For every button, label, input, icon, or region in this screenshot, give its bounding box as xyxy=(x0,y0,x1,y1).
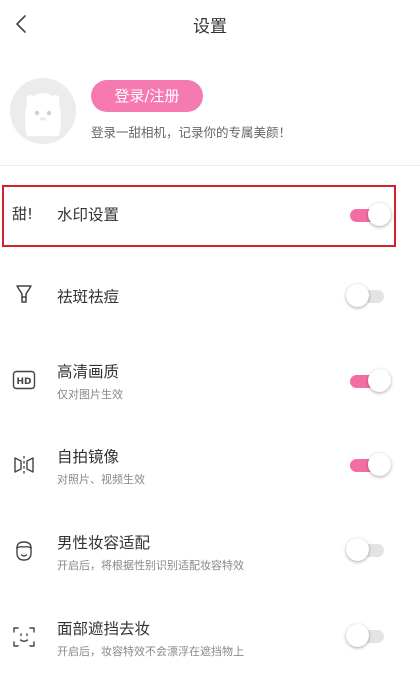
spot-removal-toggle[interactable] xyxy=(346,284,392,308)
toggle-knob xyxy=(368,453,391,476)
hd-icon: HD xyxy=(12,368,36,392)
setting-subtitle: 开启后，将根据性别识别适配妆容特效 xyxy=(57,559,244,572)
setting-title: 面部遮挡去妆 xyxy=(57,620,151,638)
mirror-icon xyxy=(12,453,36,477)
avatar[interactable] xyxy=(10,78,76,144)
setting-title: 祛斑祛痘 xyxy=(57,288,120,306)
profile-section: 登录/注册 登录一甜相机，记录你的专属美颜！ xyxy=(0,66,420,162)
login-description: 登录一甜相机，记录你的专属美颜！ xyxy=(91,125,292,140)
default-avatar-icon xyxy=(10,78,76,144)
login-register-button[interactable]: 登录/注册 xyxy=(91,80,203,112)
svg-text:HD: HD xyxy=(16,377,31,387)
face-scan-icon xyxy=(12,625,36,649)
setting-row-hd[interactable]: HD 高清画质 仅对图片生效 xyxy=(0,356,420,412)
setting-title: 男性妆容适配 xyxy=(57,534,151,552)
toggle-knob xyxy=(346,284,369,307)
toggle-knob xyxy=(368,369,391,392)
setting-title: 自拍镜像 xyxy=(57,448,120,466)
highlight-box xyxy=(2,185,396,247)
male-face-icon xyxy=(12,539,36,563)
toggle-knob xyxy=(346,538,369,561)
page-title: 设置 xyxy=(193,17,227,37)
mirror-toggle[interactable] xyxy=(346,453,392,477)
setting-row-mirror[interactable]: 自拍镜像 对照片、视频生效 xyxy=(0,441,420,497)
divider xyxy=(0,165,420,166)
spot-removal-icon xyxy=(12,282,36,306)
male-makeup-toggle[interactable] xyxy=(346,538,392,562)
setting-title: 高清画质 xyxy=(57,363,120,381)
setting-subtitle: 开启后，妆容特效不会漂浮在遮挡物上 xyxy=(57,645,244,658)
setting-row-face-occlusion[interactable]: 面部遮挡去妆 开启后，妆容特效不会漂浮在遮挡物上 xyxy=(0,613,420,669)
setting-subtitle: 仅对图片生效 xyxy=(57,388,123,401)
toggle-knob xyxy=(346,624,369,647)
hd-toggle[interactable] xyxy=(346,369,392,393)
header-bar: 设置 xyxy=(0,0,420,48)
setting-row-male-makeup[interactable]: 男性妆容适配 开启后，将根据性别识别适配妆容特效 xyxy=(0,527,420,583)
setting-subtitle: 对照片、视频生效 xyxy=(57,473,145,486)
face-occlusion-toggle[interactable] xyxy=(346,624,392,648)
setting-row-spot-removal[interactable]: 祛斑祛痘 xyxy=(0,272,420,322)
